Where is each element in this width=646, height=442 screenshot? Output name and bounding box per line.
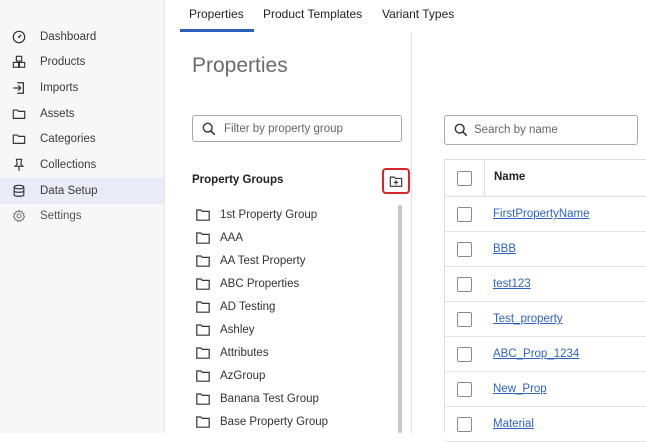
database-icon (11, 183, 27, 199)
import-icon (11, 80, 27, 96)
property-link[interactable]: ABC_Prop_1234 (493, 348, 579, 360)
table-row: Material (445, 407, 646, 442)
list-item[interactable]: AD Testing (196, 295, 396, 318)
table-row: Test_property (445, 302, 646, 337)
sidebar-item-label: Collections (40, 159, 97, 171)
group-label: Banana Test Group (220, 392, 319, 405)
table-row: ABC_Prop_1234 (445, 337, 646, 372)
group-label: AD Testing (220, 300, 276, 313)
group-label: Attributes (220, 346, 269, 359)
table-row: FirstPropertyName (445, 197, 646, 232)
list-item[interactable]: Ashley (196, 318, 396, 341)
list-item[interactable]: ABC Properties (196, 272, 396, 295)
tab-properties[interactable]: Properties (180, 0, 254, 32)
folder-icon (196, 300, 210, 313)
row-checkbox[interactable] (457, 347, 472, 362)
add-property-group-button[interactable] (382, 168, 410, 194)
search-input[interactable] (474, 124, 624, 136)
folder-icon (11, 131, 27, 147)
folder-icon (196, 323, 210, 336)
sidebar-item-label: Imports (40, 82, 79, 94)
sidebar-item-assets[interactable]: Assets (0, 101, 164, 127)
list-item[interactable]: AzGroup (196, 364, 396, 387)
sidebar-item-products[interactable]: Products (0, 49, 164, 75)
folder-icon (196, 346, 210, 359)
property-group-list: 1st Property Group AAA AA Test Property … (196, 203, 396, 433)
sidebar-item-label: Assets (40, 108, 75, 120)
tab-product-templates[interactable]: Product Templates (263, 0, 362, 32)
folder-icon (196, 415, 210, 428)
dashboard-icon (11, 29, 27, 45)
search-field[interactable] (444, 115, 638, 145)
sidebar-item-label: Settings (40, 210, 82, 222)
list-item[interactable]: Attributes (196, 341, 396, 364)
sidebar-item-label: Products (40, 56, 86, 68)
row-checkbox[interactable] (457, 382, 472, 397)
group-label: AA Test Property (220, 254, 306, 267)
property-link[interactable]: BBB (493, 243, 516, 255)
page-title: Properties (192, 54, 288, 77)
column-divider (484, 160, 485, 197)
property-link[interactable]: test123 (493, 278, 531, 290)
property-link[interactable]: New_Prop (493, 383, 547, 395)
sidebar-item-settings[interactable]: Settings (0, 203, 164, 229)
pin-icon (11, 157, 27, 173)
list-item[interactable]: AAA (196, 226, 396, 249)
property-link[interactable]: Test_property (493, 313, 563, 325)
search-icon (454, 123, 468, 137)
table-row: New_Prop (445, 372, 646, 407)
property-link[interactable]: FirstPropertyName (493, 208, 590, 220)
sidebar-item-dashboard[interactable]: Dashboard (0, 24, 164, 50)
property-link[interactable]: Material (493, 418, 534, 430)
tab-variant-types[interactable]: Variant Types (382, 0, 454, 32)
tab-bar: Properties Product Templates Variant Typ… (165, 0, 646, 32)
list-item[interactable]: 1st Property Group (196, 203, 396, 226)
group-label: ABC Properties (220, 277, 300, 290)
table-header: Name (445, 160, 646, 197)
sidebar-item-imports[interactable]: Imports (0, 75, 164, 101)
list-item[interactable]: Base Property Group (196, 410, 396, 433)
folder-icon (196, 369, 210, 382)
group-label: AzGroup (220, 369, 266, 382)
table-row: BBB (445, 232, 646, 267)
folder-icon (196, 277, 210, 290)
group-list-scrollbar[interactable] (398, 205, 402, 433)
folder-icon (196, 254, 210, 267)
products-icon (11, 54, 27, 70)
sidebar-item-data-setup[interactable]: Data Setup (0, 178, 164, 204)
panel-divider (411, 32, 412, 433)
sidebar-item-categories[interactable]: Categories (0, 126, 164, 152)
sidebar: Dashboard Products Imports Assets Catego… (0, 0, 165, 433)
gear-icon (11, 208, 27, 224)
row-checkbox[interactable] (457, 277, 472, 292)
folder-icon (11, 106, 27, 122)
group-label: 1st Property Group (220, 208, 318, 221)
filter-input[interactable] (224, 122, 394, 135)
properties-table: Name FirstPropertyName BBB test123 Test_… (444, 159, 646, 442)
group-label: Ashley (220, 323, 255, 336)
sidebar-item-label: Data Setup (40, 185, 98, 197)
table-row: test123 (445, 267, 646, 302)
folder-icon (196, 208, 210, 221)
add-folder-icon (389, 175, 403, 188)
search-icon (202, 122, 216, 136)
folder-icon (196, 392, 210, 405)
sidebar-item-collections[interactable]: Collections (0, 152, 164, 178)
group-label: Base Property Group (220, 415, 329, 428)
list-item[interactable]: Banana Test Group (196, 387, 396, 410)
row-checkbox[interactable] (457, 242, 472, 257)
list-item[interactable]: AA Test Property (196, 249, 396, 272)
folder-icon (196, 231, 210, 244)
select-all-checkbox[interactable] (457, 171, 472, 186)
sidebar-item-label: Categories (40, 133, 96, 145)
sidebar-item-label: Dashboard (40, 31, 97, 43)
property-groups-heading: Property Groups (192, 174, 284, 186)
filter-field[interactable] (192, 115, 402, 142)
row-checkbox[interactable] (457, 207, 472, 222)
row-checkbox[interactable] (457, 312, 472, 327)
row-checkbox[interactable] (457, 417, 472, 432)
group-label: AAA (220, 231, 244, 244)
column-header-name[interactable]: Name (494, 171, 525, 183)
